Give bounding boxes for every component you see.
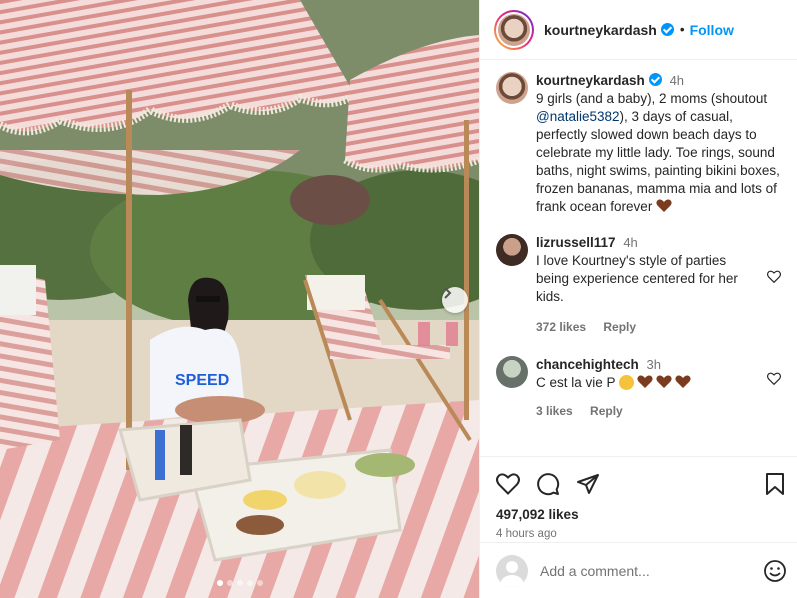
- add-comment-input[interactable]: [540, 562, 763, 579]
- likes-count[interactable]: 497,092 likes: [496, 507, 785, 522]
- carousel-dot: [256, 580, 263, 586]
- carousel-dot: [226, 580, 233, 586]
- comment-icon[interactable]: [536, 472, 560, 496]
- emoji-icon[interactable]: [763, 559, 787, 583]
- comment-item: chancehightech 3h C est la vie P 3 likes…: [496, 356, 783, 420]
- carousel-next-button[interactable]: [442, 287, 468, 313]
- post-header: kourtneykardash • Follow: [480, 0, 797, 60]
- caption-username[interactable]: kourtneykardash: [536, 73, 645, 88]
- beach-scene-image: SPEED: [0, 0, 479, 598]
- chevron-right-icon: [444, 287, 452, 299]
- verified-icon: [660, 23, 674, 36]
- brown-heart-emoji-icon: [656, 375, 672, 388]
- comment-reply-button[interactable]: Reply: [590, 404, 623, 418]
- emoji-face-icon: [619, 375, 635, 390]
- share-icon[interactable]: [576, 472, 600, 496]
- header-separator: •: [679, 22, 685, 37]
- post-actions: 497,092 likes 4 hours ago: [480, 456, 797, 542]
- post-side-panel: kourtneykardash • Follow kourtneykardash…: [479, 0, 797, 598]
- comment-likes[interactable]: 372 likes: [536, 320, 586, 334]
- post-caption: kourtneykardash 4h 9 girls (and a baby),…: [496, 72, 783, 216]
- comment-reply-button[interactable]: Reply: [603, 320, 636, 334]
- comment-time[interactable]: 3h: [647, 357, 661, 372]
- verified-icon: [648, 73, 662, 86]
- comment-item: lizrussell117 4h I love Kourtney's style…: [496, 234, 783, 336]
- comments-list[interactable]: kourtneykardash 4h 9 girls (and a baby),…: [480, 60, 797, 456]
- comment-username[interactable]: lizrussell117: [536, 235, 616, 250]
- caption-mention-link[interactable]: @natalie5382: [536, 109, 620, 124]
- caption-time[interactable]: 4h: [670, 73, 684, 88]
- like-comment-heart-icon[interactable]: [767, 270, 781, 283]
- add-comment-bar: [480, 542, 797, 598]
- comment-likes[interactable]: 3 likes: [536, 404, 573, 418]
- post-photo[interactable]: SPEED: [0, 0, 479, 598]
- carousel-dot: [246, 580, 253, 586]
- like-comment-heart-icon[interactable]: [767, 372, 781, 385]
- brown-heart-emoji-icon: [675, 375, 691, 388]
- comment-username[interactable]: chancehightech: [536, 357, 639, 372]
- caption-avatar[interactable]: [496, 72, 528, 104]
- svg-text:SPEED: SPEED: [175, 372, 229, 389]
- caption-text-before: 9 girls (and a baby), 2 moms (shoutout: [536, 91, 768, 106]
- comment-time[interactable]: 4h: [623, 235, 637, 250]
- commenter-avatar[interactable]: [496, 356, 528, 388]
- brown-heart-emoji-icon: [637, 375, 653, 388]
- bookmark-icon[interactable]: [765, 472, 785, 496]
- post-timestamp[interactable]: 4 hours ago: [496, 528, 785, 540]
- current-user-avatar: [496, 554, 528, 587]
- comment-text: C est la vie P: [536, 375, 620, 390]
- heart-icon[interactable]: [496, 473, 520, 495]
- commenter-avatar[interactable]: [496, 234, 528, 266]
- comment-text: I love Kourtney's style of parties being…: [536, 253, 738, 304]
- follow-button[interactable]: Follow: [690, 22, 734, 38]
- author-username[interactable]: kourtneykardash: [544, 22, 657, 38]
- carousel-dot: [236, 580, 243, 586]
- brown-heart-emoji-icon: [656, 199, 672, 212]
- author-avatar[interactable]: [494, 9, 534, 50]
- carousel-dot: [216, 580, 223, 586]
- carousel-indicator: [0, 580, 479, 586]
